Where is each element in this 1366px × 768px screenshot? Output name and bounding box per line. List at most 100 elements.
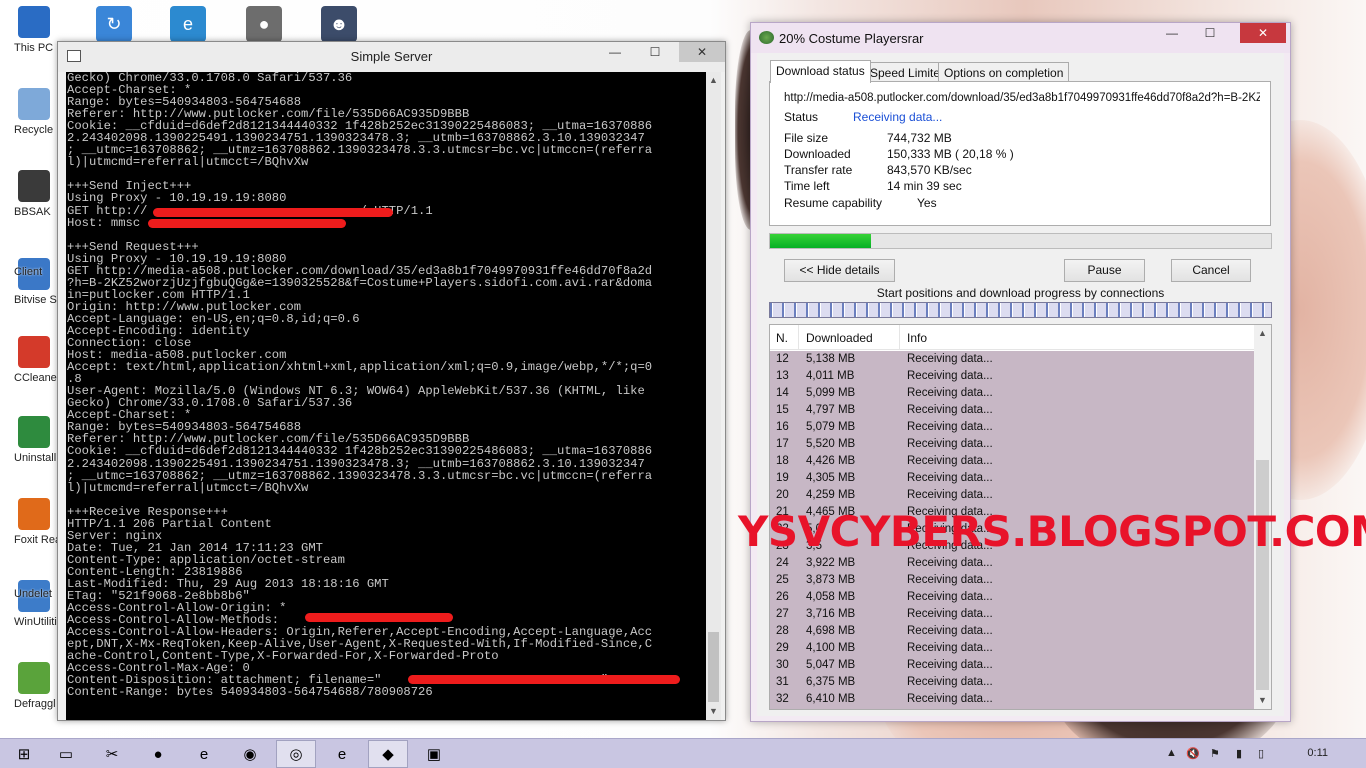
scroll-thumb[interactable] <box>708 632 719 702</box>
maximize-button[interactable]: ☐ <box>1196 23 1224 43</box>
scroll-thumb[interactable] <box>1256 460 1269 690</box>
connection-number: 17 <box>776 438 789 450</box>
column-downloaded[interactable]: Downloaded <box>806 331 873 345</box>
taskbar: ▲ 🔇 ⚑ ▮ ▯ 0:11 ⊞ ▭ ✂ ● e ◉ ◎ e ◆ ▣ <box>0 738 1366 768</box>
close-button[interactable]: ✕ <box>679 42 725 62</box>
console-line: Using Proxy - 10.19.19.19:8080 <box>67 251 287 266</box>
desktop-icon-label: Uninstall <box>14 452 57 464</box>
desktop-icon-label: This PC <box>14 42 54 54</box>
connection-number: 26 <box>776 591 789 603</box>
defraggler-icon <box>18 662 50 694</box>
connection-row[interactable]: 13 4,011 MB Receiving data... <box>770 368 1255 385</box>
console-line: HTTP/1.1 206 Partial Content <box>67 516 272 531</box>
start-icon[interactable]: ⊞ <box>4 740 44 768</box>
desktop-shortcut[interactable]: This PC <box>4 6 64 66</box>
redaction-mark <box>148 219 346 228</box>
column-n[interactable]: N. <box>776 331 788 345</box>
console-line: Content-Range: bytes 540934803-564754688… <box>67 685 433 700</box>
minimize-button[interactable]: — <box>1158 23 1186 43</box>
maximize-button[interactable]: ☐ <box>641 42 669 62</box>
redaction-mark <box>408 675 680 684</box>
hide-details-button[interactable]: << Hide details <box>784 259 895 282</box>
connection-number: 25 <box>776 574 789 586</box>
tray-arrow-icon[interactable]: ▲ <box>1166 747 1177 759</box>
minimize-button[interactable]: — <box>601 42 629 62</box>
column-info[interactable]: Info <box>907 331 927 345</box>
browser-icon[interactable]: ◎ <box>276 740 316 768</box>
idm-icon[interactable]: ◆ <box>368 740 408 768</box>
console-scrollbar[interactable]: ▲ ▼ <box>706 72 721 720</box>
connection-number: 27 <box>776 608 789 620</box>
connection-info: Receiving data... <box>907 472 993 484</box>
idm-app-icon <box>759 31 774 44</box>
desktop-shortcut[interactable]: Uninstall <box>4 416 64 476</box>
connection-row[interactable]: 31 6,375 MB Receiving data... <box>770 674 1255 691</box>
media-icon[interactable]: ● <box>138 740 178 768</box>
connection-row[interactable]: 25 3,873 MB Receiving data... <box>770 572 1255 589</box>
connection-row[interactable]: 18 4,426 MB Receiving data... <box>770 453 1255 470</box>
file-explorer-icon[interactable]: ▭ <box>46 740 86 768</box>
cancel-button[interactable]: Cancel <box>1171 259 1251 282</box>
scroll-up-icon[interactable]: ▲ <box>706 72 721 89</box>
scroll-down-icon[interactable]: ▼ <box>706 703 721 720</box>
connection-row[interactable]: 26 4,058 MB Receiving data... <box>770 589 1255 606</box>
battery-icon[interactable]: ▯ <box>1258 747 1264 760</box>
network-icon[interactable]: ▮ <box>1236 747 1242 760</box>
download-window[interactable]: 20% Costume Playersrar — ☐ ✕ Download st… <box>750 22 1291 722</box>
connection-info: Receiving data... <box>907 625 993 637</box>
console-icon[interactable]: ▣ <box>414 740 454 768</box>
connection-info: Receiving data... <box>907 455 993 467</box>
desktop-shortcut[interactable]: Recycle B <box>4 88 64 148</box>
connection-row[interactable]: 17 5,520 MB Receiving data... <box>770 436 1255 453</box>
connection-downloaded: 5,099 MB <box>806 387 856 399</box>
simple-server-window[interactable]: Simple Server — ☐ ✕ Gecko) Chrome/33.0.1… <box>57 41 726 721</box>
connection-row[interactable]: 32 6,410 MB Receiving data... <box>770 691 1255 708</box>
connection-row[interactable]: 20 4,259 MB Receiving data... <box>770 487 1255 504</box>
clock[interactable]: 0:11 <box>1307 747 1328 759</box>
volume-muted-icon[interactable]: 🔇 <box>1186 747 1200 760</box>
connection-row[interactable]: 19 4,305 MB Receiving data... <box>770 470 1255 487</box>
console-titlebar[interactable]: Simple Server — ☐ ✕ <box>58 42 725 72</box>
connection-row[interactable]: 16 5,079 MB Receiving data... <box>770 419 1255 436</box>
folder-sync-icon[interactable]: ↻ <box>96 6 132 42</box>
desktop-shortcut[interactable]: Foxit Read <box>4 498 64 558</box>
scroll-down-icon[interactable]: ▼ <box>1254 692 1271 709</box>
connection-row[interactable]: 27 3,716 MB Receiving data... <box>770 606 1255 623</box>
connection-info: Receiving data... <box>907 353 993 365</box>
flag-icon[interactable]: ⚑ <box>1210 747 1220 760</box>
desktop-shortcut[interactable]: CCleane <box>4 336 64 396</box>
computer-icon <box>18 6 50 38</box>
connection-row[interactable]: 30 5,047 MB Receiving data... <box>770 657 1255 674</box>
pause-button[interactable]: Pause <box>1064 259 1145 282</box>
internet-icon[interactable]: e <box>170 6 206 42</box>
console-line: 2.243402098.1390225491.1390234751.139032… <box>67 456 645 471</box>
recycle-bin-icon <box>18 88 50 120</box>
console-line: +++Send Request+++ <box>67 239 199 254</box>
internet-explorer-icon[interactable]: e <box>184 740 224 768</box>
scroll-up-icon[interactable]: ▲ <box>1254 325 1271 342</box>
ie-icon[interactable]: e <box>322 740 362 768</box>
connection-downloaded: 5,079 MB <box>806 421 856 433</box>
close-button[interactable]: ✕ <box>1240 23 1286 43</box>
connection-row[interactable]: 14 5,099 MB Receiving data... <box>770 385 1255 402</box>
tool-icon[interactable]: ✂ <box>92 740 132 768</box>
connection-row[interactable]: 12 5,138 MB Receiving data... <box>770 351 1255 368</box>
tab-options-on-completion[interactable]: Options on completion <box>938 62 1070 82</box>
connection-row[interactable]: 24 3,922 MB Receiving data... <box>770 555 1255 572</box>
bbsak-icon <box>18 170 50 202</box>
console-line: Cookie: __cfduid=d6def2d8121344440332 1f… <box>67 444 653 459</box>
spy-icon[interactable]: ☻ <box>321 6 357 42</box>
desktop-shortcut[interactable]: Defraggl <box>4 662 64 722</box>
connection-row[interactable]: 29 4,100 MB Receiving data... <box>770 640 1255 657</box>
record-icon[interactable]: ● <box>246 6 282 42</box>
download-titlebar[interactable]: 20% Costume Playersrar — ☐ ✕ <box>751 23 1290 53</box>
connection-row[interactable]: 15 4,797 MB Receiving data... <box>770 402 1255 419</box>
connection-number: 30 <box>776 659 789 671</box>
desktop-shortcut[interactable]: BBSAK <box>4 170 64 230</box>
chrome-icon[interactable]: ◉ <box>230 740 270 768</box>
connection-row[interactable]: 28 4,698 MB Receiving data... <box>770 623 1255 640</box>
console-output[interactable]: Gecko) Chrome/33.0.1708.0 Safari/537.36 A… <box>66 72 706 720</box>
desktop-icon-label: CCleane <box>14 372 57 384</box>
tab-download-status[interactable]: Download status <box>770 60 871 83</box>
connection-info: Receiving data... <box>907 693 993 705</box>
